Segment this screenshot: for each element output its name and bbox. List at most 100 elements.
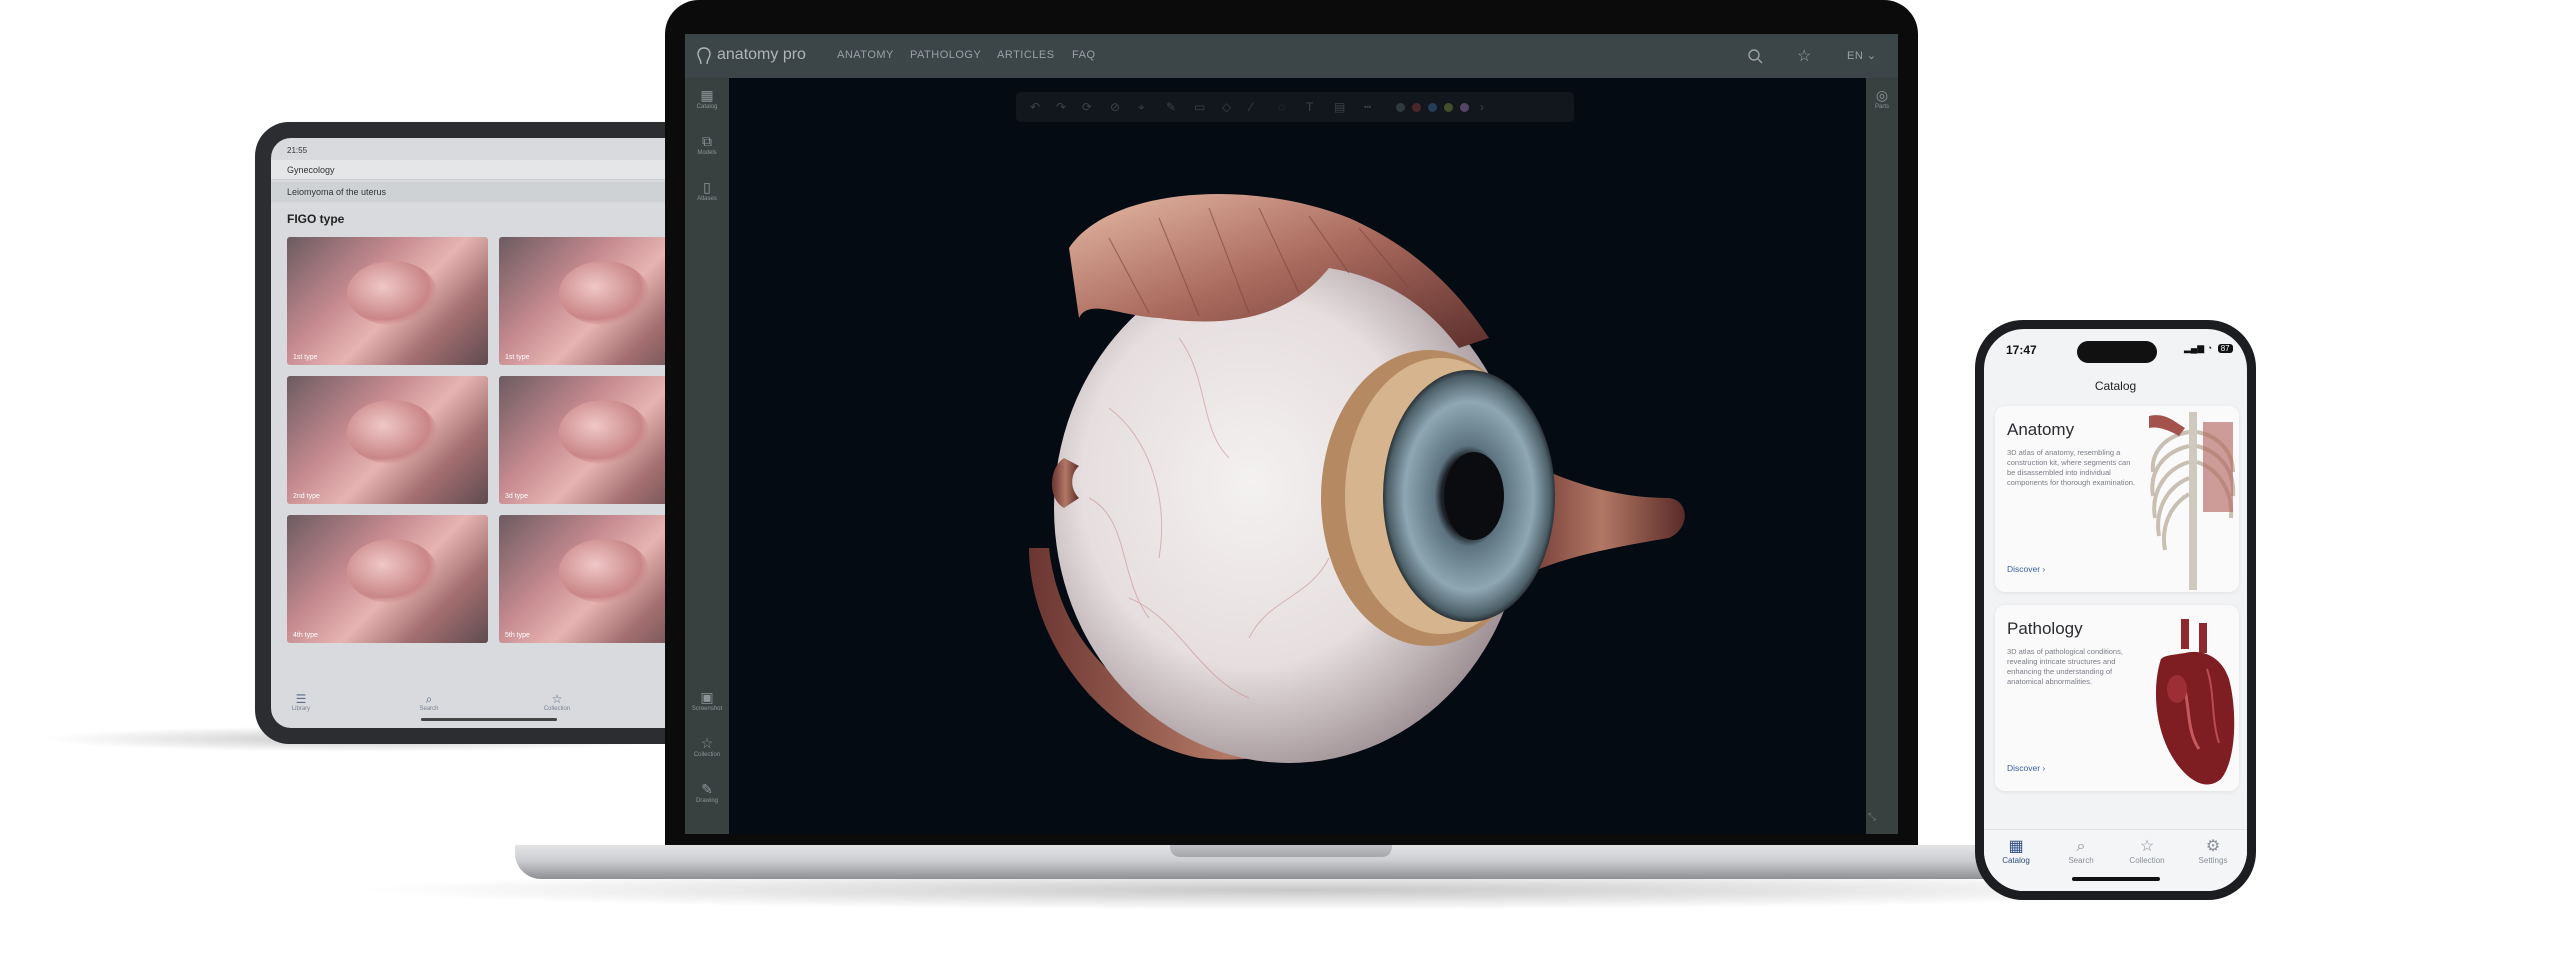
nav-link-anatomy[interactable]: ANATOMY (837, 49, 894, 61)
shape-icon[interactable]: ◇ (1222, 100, 1231, 114)
tablet-home-indicator (421, 718, 557, 721)
brush-icon[interactable]: ∕ (1250, 100, 1252, 114)
phone-tab-search[interactable]: ⌕ Search (2051, 838, 2111, 865)
tablet-tab-label: Collection (543, 706, 571, 712)
tablet-card-label: 2nd type (293, 493, 320, 500)
phone-tab-collection[interactable]: ☆ Collection (2117, 838, 2177, 865)
pen-icon[interactable]: ✎ (1166, 100, 1176, 114)
tablet-tab-library[interactable]: ☰ Library (271, 692, 331, 712)
star-icon: ☆ (700, 735, 714, 751)
sidebar-item-label: Screenshot (691, 706, 723, 712)
card-title: Pathology (2007, 619, 2083, 638)
tablet-breadcrumb-category[interactable]: Gynecology (271, 160, 705, 180)
dynamic-island (2077, 341, 2157, 363)
eye-model-3d[interactable] (729, 78, 1866, 834)
tablet-tab-label: Library (291, 706, 311, 712)
app-logo[interactable]: anatomy pro (717, 46, 806, 64)
pupil[interactable] (1444, 452, 1504, 540)
parts-panel-button[interactable]: ◎ Parts (1866, 86, 1898, 110)
tablet-card[interactable]: 1st type (287, 237, 488, 365)
sidebar-item-atlases[interactable]: ▯ Atlases (685, 178, 729, 202)
wifi-icon: ◔ (2206, 343, 2213, 353)
text-icon[interactable]: T (1306, 100, 1313, 114)
tablet-card-label: 5th type (505, 632, 530, 639)
nav-link-faq[interactable]: FAQ (1072, 49, 1096, 61)
nav-link-pathology[interactable]: PATHOLOGY (910, 49, 981, 61)
catalog-card-anatomy[interactable]: Anatomy 3D atlas of anatomy, resembling … (1995, 406, 2239, 592)
tablet-breadcrumb-topic[interactable]: Leiomyoma of the uterus (271, 182, 705, 202)
discover-link[interactable]: Discover › (2007, 564, 2045, 574)
discover-link[interactable]: Discover › (2007, 763, 2045, 773)
color-swatch[interactable] (1428, 103, 1437, 112)
book-icon: ▯ (703, 179, 711, 195)
tablet-card-label: 1st type (293, 354, 318, 361)
drawing-toolbar: ↶ ↷ ⟳ ⊘ ⌖ ✎ ▭ ◇ ∕ ◌ T ▤ ┅ › (1016, 92, 1574, 122)
pin-icon[interactable]: ⌖ (1138, 100, 1145, 115)
model-viewport[interactable] (729, 78, 1866, 834)
eraser-icon[interactable]: ◌ (1278, 100, 1285, 114)
phone-status-time: 17:47 (2006, 343, 2037, 357)
catalog-card-pathology[interactable]: Pathology 3D atlas of pathological condi… (1995, 605, 2239, 791)
tablet-tab-search[interactable]: ⌕ Search (399, 692, 459, 712)
phone-status-icons: ▂▄▆ ◔ 87 (2184, 343, 2233, 354)
gear-icon: ⚙ (2205, 838, 2221, 855)
sidebar-item-label: Atlases (697, 196, 717, 202)
color-swatch[interactable] (1396, 103, 1405, 112)
sidebar-item-catalog[interactable]: ▦ Catalog (685, 86, 729, 110)
grid-icon: ▦ (2008, 838, 2024, 855)
phone-tab-settings[interactable]: ⚙ Settings (2183, 838, 2243, 865)
tablet-status-time: 21:55 (287, 146, 308, 155)
sidebar-item-label: Catalog (696, 104, 718, 110)
more-icon[interactable]: › (1480, 100, 1484, 114)
right-panel-bar: ◎ Parts (1866, 78, 1898, 834)
layers-icon: ◎ (1875, 87, 1889, 103)
color-swatch[interactable] (1460, 103, 1469, 112)
sidebar-item-collection[interactable]: ☆ Collection (685, 734, 729, 758)
search-icon: ⌕ (2076, 838, 2086, 855)
tablet-tab-label: Search (419, 706, 439, 712)
star-icon[interactable]: ☆ (1797, 46, 1811, 66)
left-sidebar: ▦ Catalog ⧉ Models ▯ Atlases ▣ Screensho… (685, 78, 729, 834)
tablet-tab-bar: ☰ Library ⌕ Search ☆ Collection (271, 686, 705, 728)
color-swatch[interactable] (1412, 103, 1421, 112)
image-icon[interactable]: ▤ (1334, 100, 1345, 114)
search-icon[interactable] (1747, 48, 1763, 64)
redo-icon[interactable]: ↷ (1056, 100, 1066, 114)
tab-label: Catalog (2002, 856, 2030, 865)
laptop-device: anatomy pro ANATOMY PATHOLOGY ARTICLES F… (665, 0, 1918, 847)
resize-handle-icon[interactable]: ⤡ (1868, 812, 1876, 823)
sidebar-item-models[interactable]: ⧉ Models (685, 132, 729, 156)
parts-label: Parts (1874, 104, 1889, 110)
line-weight-icon[interactable]: ┅ (1364, 100, 1371, 114)
phone-home-indicator (2072, 877, 2160, 881)
star-icon: ☆ (2139, 838, 2155, 855)
rectangle-icon[interactable]: ▭ (1194, 100, 1205, 114)
tablet-card-label: 3d type (505, 493, 528, 500)
tablet-device: 21:55 Gynecology Leiomyoma of the uterus… (255, 122, 705, 744)
grid-icon: ▦ (700, 87, 714, 103)
nav-link-articles[interactable]: ARTICLES (997, 49, 1055, 61)
card-title: Anatomy (2007, 420, 2075, 439)
undo-icon[interactable]: ↶ (1030, 100, 1040, 114)
tab-label: Search (2068, 856, 2094, 865)
tablet-card[interactable]: 4th type (287, 515, 488, 643)
laptop-base-notch (1170, 845, 1392, 857)
screenshot-icon: ▣ (700, 689, 714, 705)
erase-icon[interactable]: ⊘ (1110, 100, 1120, 114)
card-description: 3D atlas of anatomy, resembling a constr… (2007, 448, 2135, 487)
sidebar-item-label: Collection (693, 752, 721, 758)
tablet-card[interactable]: 2nd type (287, 376, 488, 504)
ribcage-illustration (2149, 412, 2236, 590)
redo-alt-icon[interactable]: ⟳ (1082, 100, 1092, 114)
tablet-screen: 21:55 Gynecology Leiomyoma of the uterus… (271, 138, 705, 728)
card-description: 3D atlas of pathological conditions, rev… (2007, 647, 2123, 686)
sidebar-item-screenshot[interactable]: ▣ Screenshot (685, 688, 729, 712)
language-selector[interactable]: EN ⌄ (1847, 49, 1877, 62)
tab-label: Settings (2198, 856, 2228, 865)
phone-screen: 17:47 ▂▄▆ ◔ 87 Catalog Anatomy 3D atlas … (1984, 329, 2247, 891)
phone-tab-catalog[interactable]: ▦ Catalog (1986, 838, 2046, 865)
models-icon: ⧉ (702, 133, 712, 149)
sidebar-item-drawing[interactable]: ✎ Drawing (685, 780, 729, 804)
color-swatch[interactable] (1444, 103, 1453, 112)
tablet-tab-collection[interactable]: ☆ Collection (527, 692, 587, 712)
